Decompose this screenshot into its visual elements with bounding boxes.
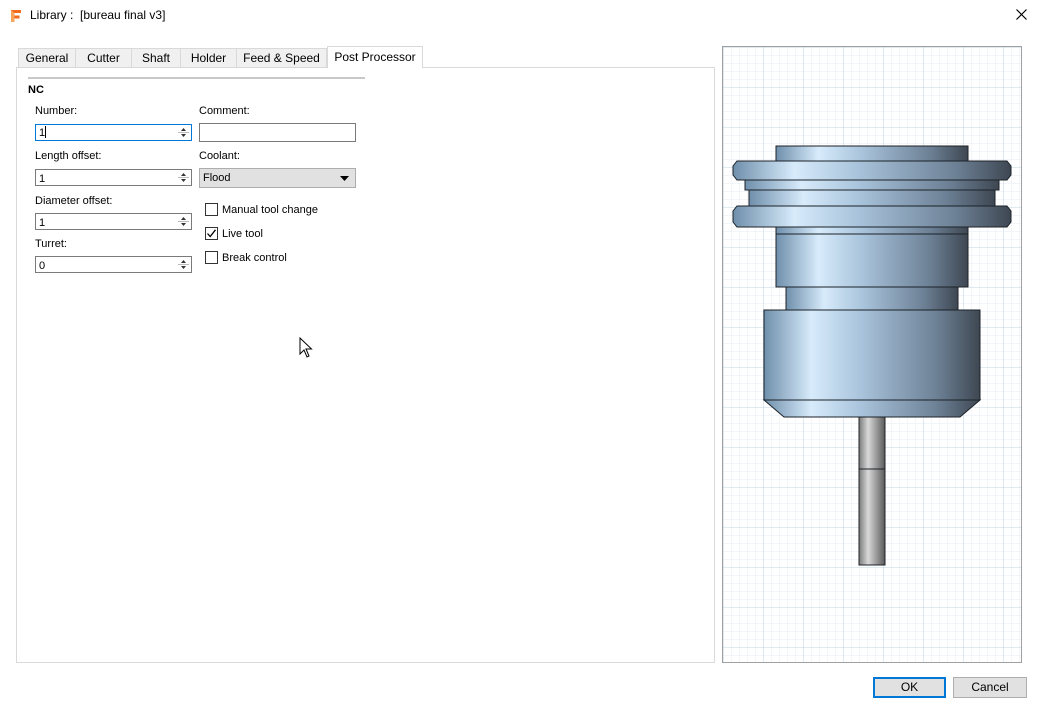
number-label: Number: [35, 105, 78, 117]
diameter-offset-stepper[interactable]: 1 [35, 213, 192, 230]
turret-stepper-arrows[interactable] [177, 258, 190, 271]
manual-tool-change-label: Manual tool change [222, 204, 319, 216]
tool-preview[interactable] [722, 46, 1022, 663]
coolant-select[interactable]: Flood [199, 168, 356, 188]
comment-label: Comment: [199, 105, 250, 117]
turret-value: 0 [39, 260, 46, 272]
live-tool-checkbox[interactable] [205, 227, 218, 240]
length-offset-label: Length offset: [35, 150, 102, 162]
chevron-down-icon [340, 176, 349, 181]
break-control-checkbox[interactable] [205, 251, 218, 264]
post-processor-panel [16, 67, 715, 663]
ok-button[interactable]: OK [873, 677, 946, 698]
break-control-label: Break control [222, 252, 287, 264]
turret-label: Turret: [35, 238, 67, 250]
section-divider [28, 77, 365, 79]
diameter-offset-label: Diameter offset: [35, 195, 113, 207]
mouse-cursor-icon [299, 337, 313, 358]
tab-post-processor[interactable]: Post Processor [327, 46, 423, 68]
comment-field[interactable] [199, 123, 356, 142]
checkmark-icon [207, 229, 217, 238]
cancel-button[interactable]: Cancel [953, 677, 1027, 698]
manual-tool-change-checkbox[interactable] [205, 203, 218, 216]
tab-shaft[interactable]: Shaft [131, 48, 181, 67]
diameter-offset-stepper-arrows[interactable] [177, 215, 190, 228]
length-offset-value: 1 [39, 173, 46, 185]
coolant-label: Coolant: [199, 150, 240, 162]
live-tool-label: Live tool [222, 228, 263, 240]
window-title: Library : [bureau final v3] [30, 8, 166, 22]
length-offset-stepper-arrows[interactable] [177, 171, 190, 184]
title-bar: Library : [bureau final v3] [0, 0, 1038, 32]
close-icon [1016, 9, 1027, 20]
tab-cutter[interactable]: Cutter [75, 48, 132, 67]
tab-holder[interactable]: Holder [180, 48, 237, 67]
tab-feed-speed[interactable]: Feed & Speed [236, 48, 327, 67]
coolant-value: Flood [203, 172, 231, 184]
number-stepper[interactable]: 1 [35, 124, 192, 141]
number-stepper-arrows[interactable] [177, 126, 190, 139]
text-caret [45, 126, 46, 138]
nc-section-heading: NC [28, 84, 44, 96]
fusion-logo-icon [10, 9, 22, 23]
turret-stepper[interactable]: 0 [35, 256, 192, 273]
tool-holder-render [723, 47, 1021, 662]
length-offset-stepper[interactable]: 1 [35, 169, 192, 186]
diameter-offset-value: 1 [39, 217, 46, 229]
tab-general[interactable]: General [18, 48, 76, 67]
close-button[interactable] [1009, 2, 1035, 28]
